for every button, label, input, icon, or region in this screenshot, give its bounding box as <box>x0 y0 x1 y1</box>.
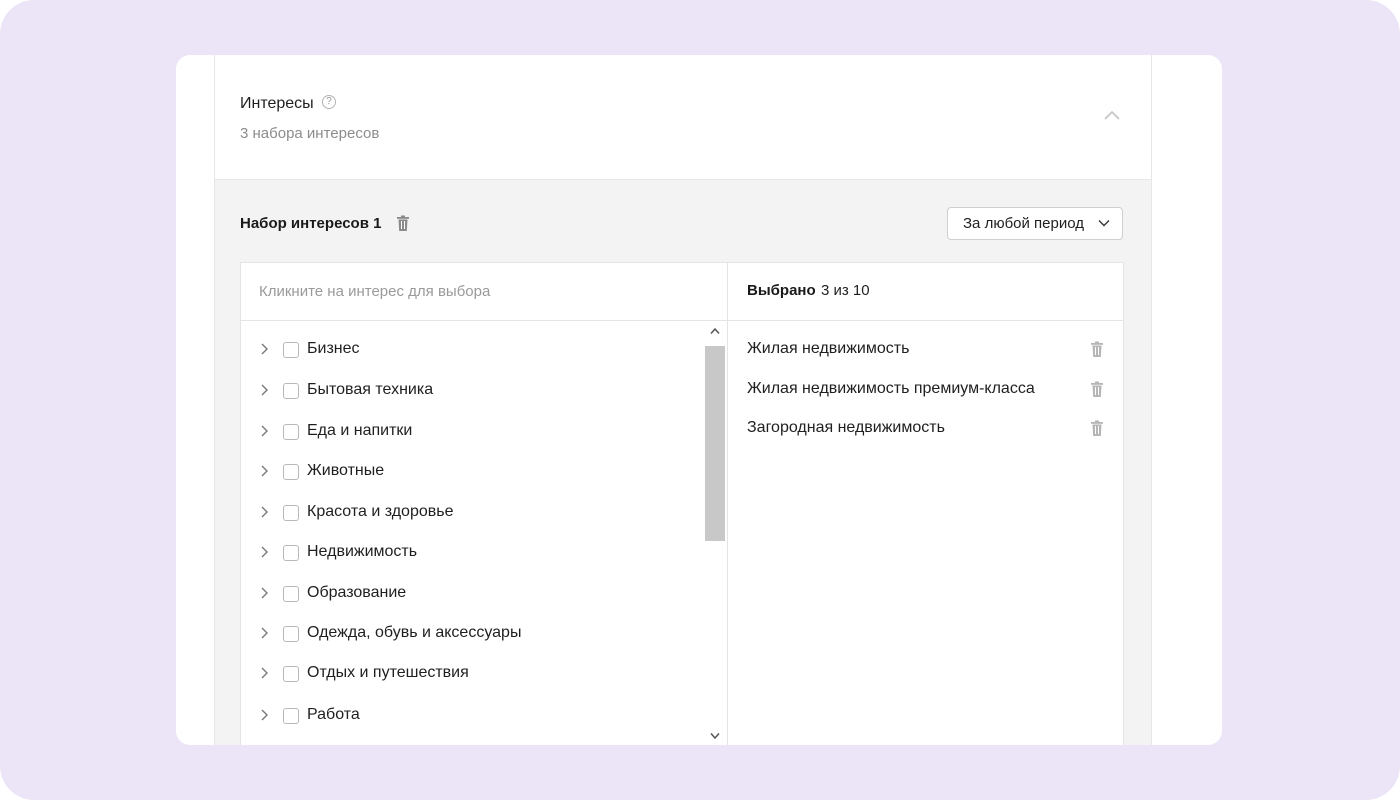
scroll-up-arrow-icon[interactable] <box>709 327 721 335</box>
tree-item[interactable]: Бизнес <box>241 335 703 365</box>
tree-item[interactable]: Животные <box>241 457 703 487</box>
tree-item[interactable]: Красота и здоровье <box>241 498 703 528</box>
category-checkbox[interactable] <box>283 708 299 724</box>
trash-icon[interactable] <box>1090 341 1104 358</box>
chevron-right-icon[interactable] <box>259 342 269 356</box>
category-label: Образование <box>307 584 407 601</box>
period-select[interactable]: За любой период <box>947 207 1123 240</box>
selected-item: Загородная недвижимость <box>728 414 1123 444</box>
screenshot-frame: Интересы ? 3 набора интересов Набор инте… <box>0 0 1400 800</box>
chevron-right-icon[interactable] <box>259 424 269 438</box>
tree-item[interactable]: Отдых и путешествия <box>241 659 703 689</box>
interest-picker: Бизнес Бытовая техника Еда и напитки <box>240 262 1124 745</box>
category-label: Отдых и путешествия <box>307 664 469 681</box>
category-label: Одежда, обувь и аксессуары <box>307 624 522 641</box>
category-checkbox[interactable] <box>283 464 299 480</box>
tree-item[interactable]: Образование <box>241 579 703 609</box>
tree-item[interactable]: Еда и напитки <box>241 417 703 447</box>
period-select-label: За любой период <box>963 215 1085 232</box>
category-label: Красота и здоровье <box>307 503 454 520</box>
category-label: Животные <box>307 462 385 479</box>
section-title: Интересы <box>240 95 314 112</box>
category-checkbox[interactable] <box>283 505 299 521</box>
interests-panel: Интересы ? 3 набора интересов Набор инте… <box>214 55 1152 745</box>
interests-section-header[interactable]: Интересы ? 3 набора интересов <box>215 55 1151 180</box>
chevron-right-icon[interactable] <box>259 666 269 680</box>
catalog-scrollbar[interactable] <box>703 321 727 745</box>
category-checkbox[interactable] <box>283 424 299 440</box>
chevron-right-icon[interactable] <box>259 545 269 559</box>
category-checkbox[interactable] <box>283 383 299 399</box>
section-subtitle: 3 набора интересов <box>240 125 380 142</box>
selected-header: Выбрано 3 из 10 <box>728 263 1123 321</box>
category-checkbox[interactable] <box>283 666 299 682</box>
interest-search-input[interactable] <box>259 278 699 304</box>
chevron-right-icon[interactable] <box>259 505 269 519</box>
chevron-right-icon[interactable] <box>259 626 269 640</box>
scroll-down-arrow-icon[interactable] <box>709 732 721 740</box>
scrollbar-thumb[interactable] <box>705 346 725 541</box>
chevron-right-icon[interactable] <box>259 464 269 478</box>
chevron-right-icon[interactable] <box>259 708 269 722</box>
tree-item[interactable]: Работа <box>241 701 703 731</box>
interest-tree: Бизнес Бытовая техника Еда и напитки Жив… <box>241 321 703 745</box>
interest-set-body: Набор интересов 1 За любой период Кликни… <box>215 180 1151 745</box>
selected-item-label: Жилая недвижимость премиум-класса <box>747 380 1035 397</box>
tree-item[interactable]: Недвижимость <box>241 538 703 568</box>
question-circle-icon[interactable]: ? <box>322 95 336 109</box>
selected-item: Жилая недвижимость премиум-класса <box>728 375 1123 405</box>
interest-set-title: Набор интересов 1 <box>240 215 382 232</box>
category-label: Еда и напитки <box>307 422 413 439</box>
chevron-right-icon[interactable] <box>259 383 269 397</box>
tree-item[interactable]: Бытовая техника <box>241 376 703 406</box>
selected-item: Жилая недвижимость <box>728 335 1123 365</box>
category-checkbox[interactable] <box>283 626 299 642</box>
trash-icon[interactable] <box>1090 381 1104 398</box>
selected-item-label: Загородная недвижимость <box>747 419 945 436</box>
trash-icon[interactable] <box>1090 420 1104 437</box>
chevron-right-icon[interactable] <box>259 586 269 600</box>
selected-item-label: Жилая недвижимость <box>747 340 910 357</box>
selected-interests: Выбрано 3 из 10 Жилая недвижимость Жилая… <box>728 263 1123 745</box>
category-label: Бытовая техника <box>307 381 434 398</box>
category-label: Работа <box>307 706 360 723</box>
category-checkbox[interactable] <box>283 586 299 602</box>
content-card: Интересы ? 3 набора интересов Набор инте… <box>176 55 1222 745</box>
chevron-up-icon[interactable] <box>1103 109 1121 121</box>
tree-item[interactable]: Одежда, обувь и аксессуары <box>241 619 703 649</box>
interest-catalog: Бизнес Бытовая техника Еда и напитки <box>241 263 728 745</box>
trash-icon[interactable] <box>396 215 410 232</box>
category-checkbox[interactable] <box>283 342 299 358</box>
category-label: Бизнес <box>307 340 360 357</box>
selected-count: 3 из 10 <box>821 282 870 299</box>
category-checkbox[interactable] <box>283 545 299 561</box>
selected-label: Выбрано <box>747 282 816 299</box>
category-label: Недвижимость <box>307 543 418 560</box>
search-row <box>241 263 727 321</box>
chevron-down-icon <box>1098 220 1110 227</box>
